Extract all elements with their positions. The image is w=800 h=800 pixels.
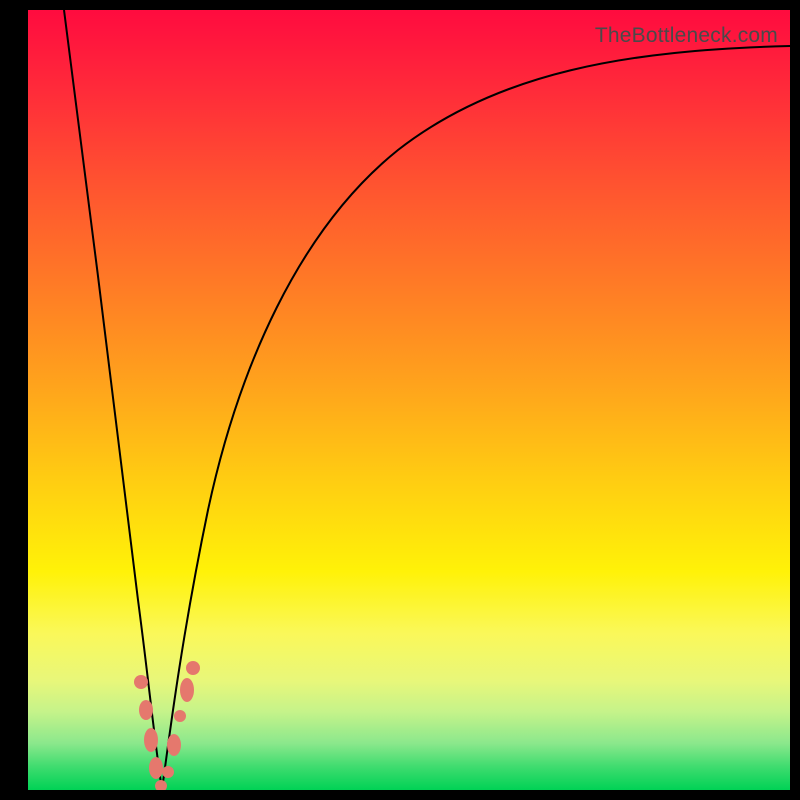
- marker-dot: [162, 766, 174, 778]
- chart-frame: TheBottleneck.com: [0, 0, 800, 800]
- plot-area: TheBottleneck.com: [28, 10, 790, 790]
- curve-right-branch: [162, 46, 790, 790]
- marker-dot: [134, 675, 148, 689]
- marker-dot: [186, 661, 200, 675]
- bottleneck-curve: [28, 10, 790, 790]
- marker-group: [134, 661, 200, 790]
- marker-dot: [167, 734, 181, 756]
- curve-left-branch: [64, 10, 162, 790]
- marker-dot: [144, 728, 158, 752]
- marker-dot: [155, 780, 167, 790]
- marker-dot: [174, 710, 186, 722]
- marker-dot: [149, 757, 163, 779]
- marker-dot: [180, 678, 194, 702]
- marker-dot: [139, 700, 153, 720]
